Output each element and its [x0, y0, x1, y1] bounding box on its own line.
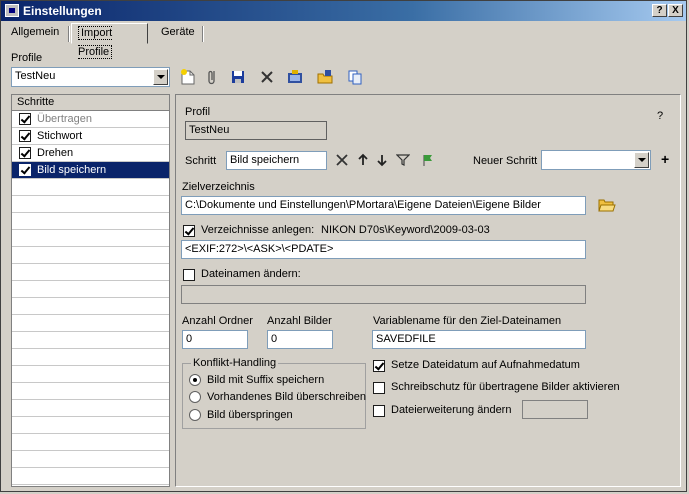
list-item	[12, 196, 169, 213]
list-item	[12, 349, 169, 366]
schreibschutz-label: Schreibschutz für übertragene Bilder akt…	[391, 381, 620, 393]
dateinamen-label: Dateinamen ändern:	[201, 268, 301, 280]
list-item	[12, 383, 169, 400]
schritt-label: Schritt	[185, 155, 217, 167]
save-icon[interactable]	[229, 68, 247, 86]
dateidatum-label: Setze Dateidatum auf Aufnahmedatum	[391, 359, 580, 371]
profil-label: Profil	[185, 106, 211, 118]
step-checkbox[interactable]	[19, 113, 31, 125]
list-item	[12, 179, 169, 196]
list-item	[12, 434, 169, 451]
help-icon[interactable]: ?	[657, 110, 663, 122]
dateidatum-checkbox[interactable]	[373, 360, 385, 372]
list-item	[12, 366, 169, 383]
export-icon[interactable]	[286, 68, 304, 86]
list-item	[12, 417, 169, 434]
settings-window: Einstellungen ? X Allgemein Import Profi…	[0, 0, 687, 492]
chevron-down-icon[interactable]	[634, 152, 649, 168]
list-item	[12, 230, 169, 247]
list-item	[12, 247, 169, 264]
window-title: Einstellungen	[23, 4, 102, 18]
list-item	[12, 264, 169, 281]
step-checkbox[interactable]	[19, 164, 31, 176]
close-button[interactable]: X	[668, 4, 683, 17]
list-item	[12, 400, 169, 417]
verzeichnisse-label: Verzeichnisse anlegen:	[201, 224, 315, 236]
tab-separator	[202, 26, 204, 42]
anzahl-ordner-label: Anzahl Ordner	[182, 315, 253, 327]
anzahl-bilder-input[interactable]: 0	[267, 330, 333, 349]
tab-allgemein[interactable]: Allgemein	[5, 23, 65, 44]
step-item-stichwort[interactable]: Stichwort	[12, 128, 169, 145]
list-item	[12, 298, 169, 315]
flag-icon[interactable]	[421, 153, 435, 167]
remove-step-icon[interactable]	[335, 153, 349, 167]
step-checkbox[interactable]	[19, 147, 31, 159]
chevron-down-icon[interactable]	[153, 69, 168, 85]
konflikt-radio-suffix[interactable]	[189, 374, 201, 386]
schritt-input[interactable]: Bild speichern	[226, 151, 327, 170]
neuer-schritt-select[interactable]	[541, 150, 651, 170]
list-item	[12, 281, 169, 298]
help-button[interactable]: ?	[652, 4, 667, 17]
app-icon	[5, 4, 19, 17]
neuer-schritt-label: Neuer Schritt	[473, 155, 538, 167]
zielverzeichnis-label: Zielverzeichnis	[182, 181, 255, 193]
konflikt-radio-ueberspringen[interactable]	[189, 409, 201, 421]
step-item-drehen[interactable]: Drehen	[12, 145, 169, 162]
move-up-icon[interactable]	[356, 153, 370, 167]
konflikt-option-label: Vorhandenes Bild überschreiben	[207, 391, 367, 403]
steps-header: Schritte	[12, 95, 169, 111]
tab-geraete[interactable]: Geräte	[155, 23, 201, 44]
step-item-uebertragen[interactable]: Übertragen	[12, 111, 169, 128]
dateierweiterung-checkbox[interactable]	[373, 405, 385, 417]
schreibschutz-checkbox[interactable]	[373, 382, 385, 394]
list-item	[12, 315, 169, 332]
dateierweiterung-input	[522, 400, 588, 419]
anzahl-bilder-label: Anzahl Bilder	[267, 315, 332, 327]
variablename-input[interactable]: SAVEDFILE	[372, 330, 586, 349]
step-checkbox[interactable]	[19, 130, 31, 142]
verzeichnisse-preview: NIKON D70s\Keyword\2009-03-03	[321, 224, 490, 236]
dateierweiterung-label: Dateierweiterung ändern	[391, 404, 512, 416]
dateinamen-input	[181, 285, 586, 304]
konflikt-option-label: Bild überspringen	[207, 409, 293, 421]
delete-icon[interactable]	[258, 68, 276, 86]
konflikt-radio-ueberschreiben[interactable]	[189, 391, 201, 403]
import-icon[interactable]	[316, 68, 334, 86]
profile-label: Profile	[11, 52, 43, 64]
add-step-button[interactable]: +	[661, 151, 669, 167]
tab-import-profile[interactable]: Import Profile	[71, 23, 148, 59]
steps-list: Schritte Übertragen Stichwort Drehen Bil…	[11, 94, 170, 487]
step-item-bild-speichern[interactable]: Bild speichern	[12, 162, 169, 179]
profil-field: TestNeu	[185, 121, 327, 140]
copy-icon[interactable]	[346, 68, 364, 86]
anzahl-ordner-input[interactable]: 0	[182, 330, 248, 349]
konflikt-label: Konflikt-Handling	[191, 357, 279, 369]
list-item	[12, 468, 169, 485]
folder-open-icon[interactable]	[598, 197, 616, 213]
profile-select[interactable]: TestNeu	[11, 67, 170, 87]
konflikt-option-label: Bild mit Suffix speichern	[207, 374, 325, 386]
list-item	[12, 213, 169, 230]
variablename-label: Variablename für den Ziel-Dateinamen	[373, 315, 562, 327]
verzeichnisse-input[interactable]: <EXIF:272>\<ASK>\<PDATE>	[181, 240, 586, 259]
new-icon[interactable]	[179, 68, 197, 86]
list-item	[12, 451, 169, 468]
zielverzeichnis-input[interactable]: C:\Dokumente und Einstellungen\PMortara\…	[181, 196, 586, 215]
attach-icon[interactable]	[204, 68, 222, 86]
tab-separator	[68, 26, 70, 42]
list-item	[12, 332, 169, 349]
dateinamen-checkbox[interactable]	[183, 269, 195, 281]
title-bar: Einstellungen ? X	[1, 1, 686, 21]
filter-icon[interactable]	[396, 153, 410, 167]
verzeichnisse-checkbox[interactable]	[183, 225, 195, 237]
move-down-icon[interactable]	[375, 153, 389, 167]
